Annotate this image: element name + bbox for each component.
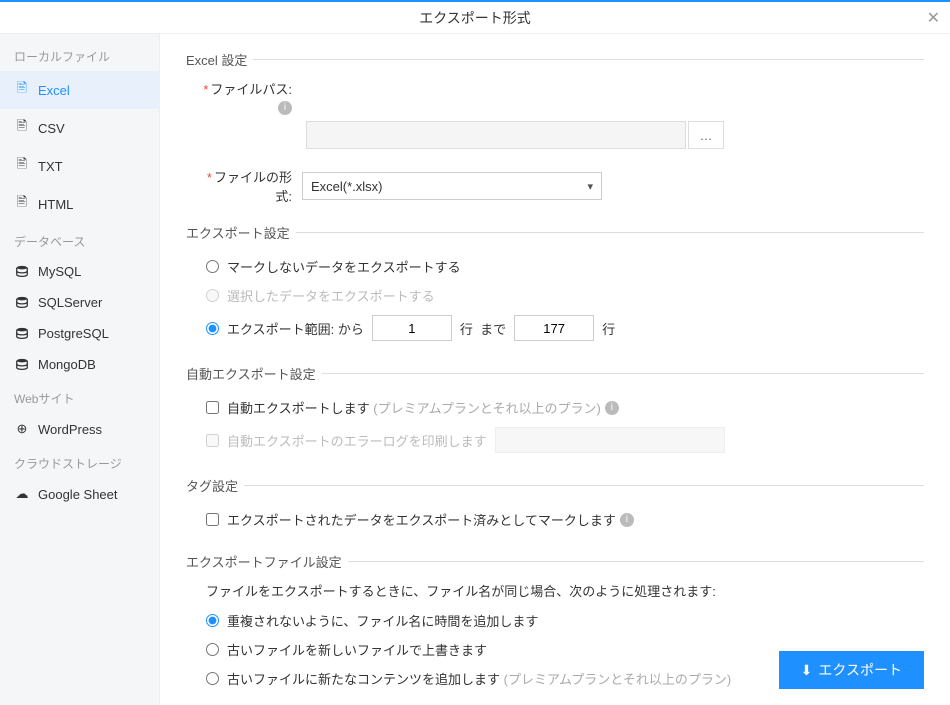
file-format-select[interactable]: Excel(*.xlsx) xyxy=(302,172,602,200)
auto-export-checkbox[interactable]: 自動エクスポートします (プレミアムプランとそれ以上のプラン) i xyxy=(186,393,924,422)
info-icon[interactable]: i xyxy=(278,101,292,115)
sidebar-item-excel[interactable]: 🖹 Excel xyxy=(0,71,159,109)
sidebar-group-database: データベース xyxy=(0,223,159,256)
sidebar-group-cloud: クラウドストレージ xyxy=(0,445,159,478)
file-path-input[interactable] xyxy=(306,121,686,149)
section-tag-settings: タグ設定 xyxy=(186,476,924,495)
database-icon xyxy=(14,358,30,372)
export-icon: ⬇ xyxy=(801,662,813,679)
sidebar: ローカルファイル 🖹 Excel 🖹 CSV 🖹 TXT 🖹 HTML データベース M… xyxy=(0,34,160,705)
sidebar-item-label: CSV xyxy=(38,121,65,136)
file-icon: 🖹 xyxy=(14,79,30,101)
section-excel-settings: Excel 設定 xyxy=(186,50,924,69)
sidebar-item-html[interactable]: 🖹 HTML xyxy=(0,185,159,223)
file-icon: 🖹 xyxy=(14,117,30,139)
section-export-settings: エクスポート設定 xyxy=(186,223,924,242)
sidebar-item-label: Google Sheet xyxy=(38,487,118,502)
database-icon xyxy=(14,265,30,279)
sidebar-item-label: SQLServer xyxy=(38,295,102,310)
file-icon: 🖹 xyxy=(14,193,30,215)
sidebar-item-sqlserver[interactable]: SQLServer xyxy=(0,287,159,318)
sidebar-item-label: PostgreSQL xyxy=(38,326,109,341)
sidebar-item-label: TXT xyxy=(38,159,63,174)
titlebar: エクスポート形式 ✕ xyxy=(0,2,950,34)
close-icon[interactable]: ✕ xyxy=(927,8,940,28)
sidebar-item-postgresql[interactable]: PostgreSQL xyxy=(0,318,159,349)
sidebar-item-mysql[interactable]: MySQL xyxy=(0,256,159,287)
main-panel: Excel 設定 *ファイルパス: i … *ファイルの形式: Excel(*.… xyxy=(160,34,950,705)
database-icon xyxy=(14,296,30,310)
export-opt-unmarked[interactable]: マークしないデータをエクスポートする xyxy=(186,252,924,281)
log-path-input xyxy=(495,427,725,453)
browse-button[interactable]: … xyxy=(688,121,724,149)
file-path-label: *ファイルパス: i xyxy=(196,79,292,115)
sidebar-group-website: Webサイト xyxy=(0,380,159,413)
dialog-title: エクスポート形式 xyxy=(419,8,531,28)
export-opt-range[interactable]: エクスポート範囲: から 行 まで 行 xyxy=(186,310,924,346)
sidebar-item-csv[interactable]: 🖹 CSV xyxy=(0,109,159,147)
sidebar-item-googlesheet[interactable]: ☁ Google Sheet xyxy=(0,478,159,510)
sidebar-item-label: Excel xyxy=(38,83,70,98)
file-opt-append-time[interactable]: 重複されないように、ファイル名に時間を追加します xyxy=(186,606,924,635)
auto-export-log-checkbox: 自動エクスポートのエラーログを印刷します xyxy=(186,422,924,458)
file-format-label: *ファイルの形式: xyxy=(196,167,292,205)
sidebar-group-local: ローカルファイル xyxy=(0,38,159,71)
info-icon[interactable]: i xyxy=(620,513,634,527)
info-icon[interactable]: i xyxy=(605,401,619,415)
file-icon: 🖹 xyxy=(14,155,30,177)
section-export-file-settings: エクスポートファイル設定 xyxy=(186,552,924,571)
sidebar-item-label: MongoDB xyxy=(38,357,96,372)
globe-icon: ⊕ xyxy=(14,421,30,437)
file-handling-description: ファイルをエクスポートするときに、ファイル名が同じ場合、次のように処理されます: xyxy=(186,581,924,606)
sidebar-item-label: WordPress xyxy=(38,422,102,437)
export-opt-selected: 選択したデータをエクスポートする xyxy=(186,281,924,310)
section-auto-export: 自動エクスポート設定 xyxy=(186,364,924,383)
range-from-input[interactable] xyxy=(372,315,452,341)
cloud-icon: ☁ xyxy=(14,486,30,502)
mark-exported-checkbox[interactable]: エクスポートされたデータをエクスポート済みとしてマークします i xyxy=(186,505,924,534)
database-icon xyxy=(14,327,30,341)
sidebar-item-txt[interactable]: 🖹 TXT xyxy=(0,147,159,185)
sidebar-item-label: MySQL xyxy=(38,264,81,279)
sidebar-item-wordpress[interactable]: ⊕ WordPress xyxy=(0,413,159,445)
range-to-input[interactable] xyxy=(514,315,594,341)
export-button[interactable]: ⬇エクスポート xyxy=(779,651,924,689)
sidebar-item-mongodb[interactable]: MongoDB xyxy=(0,349,159,380)
sidebar-item-label: HTML xyxy=(38,197,73,212)
